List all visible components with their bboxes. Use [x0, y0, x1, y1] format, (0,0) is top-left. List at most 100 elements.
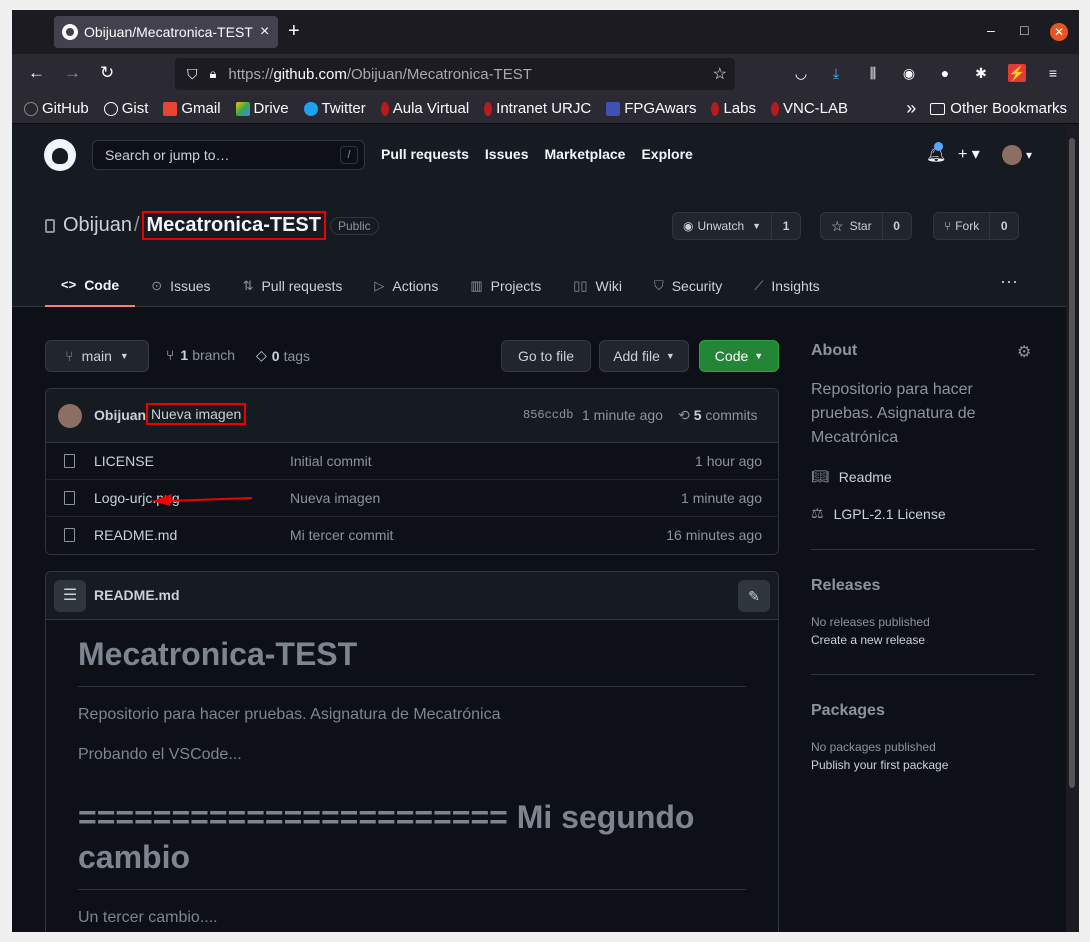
browser-tab[interactable]: Obijuan/Mecatronica-TEST × [54, 16, 278, 48]
star-icon: ☆ [831, 217, 844, 234]
bookmark-label: Labs [723, 100, 756, 117]
avatar[interactable] [1002, 145, 1022, 165]
tags-link[interactable]: ◇ 0 tags [256, 347, 310, 364]
file-commit-message-link[interactable]: Initial commit [290, 453, 372, 469]
nav-pull-requests[interactable]: Pull requests [381, 146, 469, 162]
project-icon: ▥ [470, 277, 483, 293]
bookmark-fpgawars[interactable]: FPGAwars [606, 100, 696, 117]
issue-icon: ⊙ [151, 277, 163, 293]
bookmark-labs[interactable]: Labs [711, 100, 756, 117]
packages-title[interactable]: Packages [811, 702, 885, 720]
file-name-link[interactable]: LICENSE [94, 453, 154, 469]
github-logo-icon[interactable] [44, 139, 76, 171]
url-bar[interactable]: ⛉ 🔒︎ https://github.com/Obijuan/Mecatron… [175, 58, 735, 90]
nav-explore[interactable]: Explore [641, 146, 692, 162]
tab-security[interactable]: ⛉ Security [638, 264, 738, 307]
edit-pencil-icon[interactable]: ✎ [738, 580, 770, 612]
commit-message-link[interactable]: Nueva imagen [146, 403, 247, 425]
eye-icon: ◉ [683, 219, 694, 233]
pocket-icon[interactable]: ◡ [792, 64, 810, 82]
file-commit-message-link[interactable]: Nueva imagen [290, 490, 380, 506]
bookmark-vnc-lab[interactable]: VNC-LAB [771, 100, 848, 117]
gear-icon[interactable]: ⚙ [1017, 342, 1031, 362]
bookmark-github[interactable]: GitHub [24, 100, 89, 117]
back-icon[interactable]: ← [28, 63, 45, 83]
bookmark-label: Twitter [321, 100, 366, 117]
bookmark-intranet-urjc[interactable]: Intranet URJC [484, 100, 591, 117]
license-link[interactable]: ⚖ LGPL-2.1 License [811, 505, 946, 522]
releases-title[interactable]: Releases [811, 577, 880, 595]
create-new-button[interactable]: + ▾ [958, 144, 980, 164]
commit-sha-link[interactable]: 856ccdb [523, 408, 573, 422]
tab-projects[interactable]: ▥ Projects [454, 264, 557, 307]
tab-title: Obijuan/Mecatronica-TEST [84, 24, 253, 40]
gnome-extension-icon[interactable]: ✱ [972, 64, 990, 82]
bookmark-gist[interactable]: Gist [103, 100, 148, 117]
repo-name-link[interactable]: Mecatronica-TEST [141, 211, 326, 240]
extension-icon[interactable]: ◉ [900, 64, 918, 82]
file-commit-message-link[interactable]: Mi tercer commit [290, 527, 393, 543]
avatar-caret-icon[interactable]: ▾ [1026, 148, 1032, 162]
bookmark-star-icon[interactable]: ☆ [713, 64, 727, 84]
readme-paragraph: Repositorio para hacer pruebas. Asignatu… [78, 706, 501, 723]
fork-button[interactable]: ⑂ Fork 0 [933, 212, 1020, 240]
branch-count: 1 [180, 347, 189, 363]
code-button[interactable]: Code ▼ [699, 340, 779, 372]
readme-title[interactable]: README.md [94, 587, 180, 603]
nav-marketplace[interactable]: Marketplace [545, 146, 626, 162]
bookmark-drive[interactable]: Drive [235, 100, 289, 117]
tab-wiki[interactable]: ▯▯ Wiki [557, 264, 638, 307]
tab-actions[interactable]: ▷ Actions [358, 264, 454, 307]
forward-icon[interactable]: → [64, 63, 81, 83]
avatar[interactable] [58, 404, 82, 428]
tab-insights[interactable]: ⟋ Insights [738, 264, 835, 307]
window-close-icon[interactable]: ✕ [1050, 23, 1068, 41]
github-extension-icon[interactable]: ● [936, 64, 954, 82]
readme-header: ☰ README.md ✎ [46, 572, 778, 620]
tracking-shield-icon[interactable]: ⛉ [187, 66, 198, 83]
bookmark-aula-virtual[interactable]: Aula Virtual [380, 100, 469, 117]
lock-icon[interactable]: 🔒︎ [210, 66, 217, 82]
outline-list-icon[interactable]: ☰ [54, 580, 86, 612]
readme-link[interactable]: 📖︎ Readme [811, 468, 892, 485]
maximize-icon[interactable]: □ [1020, 22, 1028, 38]
search-input[interactable]: Search or jump to… / [92, 140, 365, 170]
go-to-file-button[interactable]: Go to file [501, 340, 591, 372]
notification-dot [934, 142, 943, 151]
fork-label: Fork [955, 219, 980, 233]
bookmark-gmail[interactable]: Gmail [163, 100, 221, 117]
bookmark-twitter[interactable]: Twitter [303, 100, 366, 117]
download-icon[interactable]: ⤓ [827, 64, 845, 82]
menu-icon[interactable]: ≡ [1044, 64, 1062, 82]
more-bookmarks-button[interactable]: » [906, 98, 916, 119]
tab-label: Issues [170, 277, 211, 294]
library-icon[interactable]: ⫼ [864, 64, 882, 82]
new-tab-button[interactable]: + [288, 20, 300, 43]
red-extension-icon[interactable]: ⚡ [1008, 64, 1026, 82]
minimize-icon[interactable]: – [987, 22, 995, 38]
readme-heading: Mecatronica-TEST [78, 634, 746, 687]
star-button[interactable]: ☆ Star 0 [820, 212, 912, 240]
reload-icon[interactable]: ↻ [100, 63, 114, 83]
tab-pull-requests[interactable]: ⇅ Pull requests [227, 264, 359, 307]
file-name-link[interactable]: README.md [94, 527, 177, 543]
branch-select-button[interactable]: ⑂ main ▼ [45, 340, 149, 372]
tab-code[interactable]: <> Code [45, 264, 136, 307]
unwatch-button[interactable]: ◉ Unwatch ▼ 1 [672, 212, 802, 240]
tab-issues[interactable]: ⊙ Issues [135, 264, 226, 307]
github-favicon-icon [62, 24, 78, 40]
repo-owner-link[interactable]: Obijuan [63, 214, 132, 237]
more-tabs-button[interactable]: ··· [1000, 271, 1018, 292]
publish-package-link[interactable]: Publish your first package [811, 758, 948, 772]
other-bookmarks-button[interactable]: Other Bookmarks [950, 100, 1067, 117]
commit-author-link[interactable]: Obijuan [94, 407, 146, 423]
tab-close-icon[interactable]: × [260, 23, 269, 41]
add-file-button[interactable]: Add file ▼ [599, 340, 689, 372]
branch-icon: ⑂ [65, 348, 74, 364]
scrollbar-thumb[interactable] [1069, 138, 1075, 788]
create-release-link[interactable]: Create a new release [811, 633, 925, 647]
bookmark-label: Drive [253, 100, 289, 117]
branches-link[interactable]: ⑂ 1 branch [166, 347, 235, 363]
commits-link[interactable]: ⟲ 5 commits [678, 407, 758, 424]
nav-issues[interactable]: Issues [485, 146, 529, 162]
